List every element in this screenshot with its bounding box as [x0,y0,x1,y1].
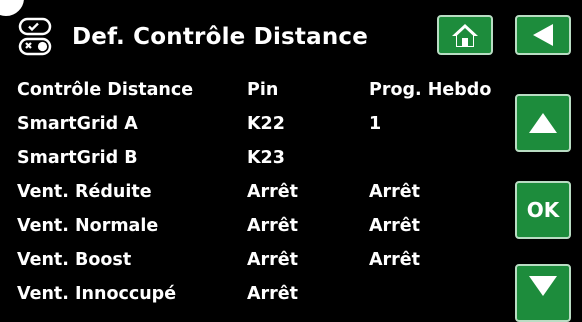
row-pin: Arrêt [247,284,299,304]
row-name: Vent. Boost [17,250,132,270]
row-prog: Arrêt [369,216,421,236]
page-title: Def. Contrôle Distance [72,24,369,50]
row-pin: Arrêt [247,182,299,202]
ok-button[interactable]: OK [515,181,571,239]
table-row[interactable]: Vent. Réduite Arrêt Arrêt [17,175,497,209]
row-name: Vent. Réduite [17,182,152,202]
row-pin: Arrêt [247,216,299,236]
back-arrow-icon [533,24,553,46]
row-prog: 1 [369,114,382,134]
down-arrow-icon [529,276,557,296]
row-prog: Arrêt [369,182,421,202]
back-button[interactable] [515,15,571,55]
table-row[interactable]: SmartGrid A K22 1 [17,107,497,141]
table-row[interactable]: Vent. Innoccupé Arrêt [17,277,497,311]
column-header-name: Contrôle Distance [17,80,194,100]
table-row[interactable]: SmartGrid B K23 [17,141,497,175]
row-name: Vent. Innoccupé [17,284,177,304]
row-pin: K23 [247,148,285,168]
row-pin: Arrêt [247,250,299,270]
row-pin: K22 [247,114,285,134]
table-header-row: Contrôle Distance Pin Prog. Hebdo [17,73,497,107]
corner-indicator [0,0,26,18]
column-header-prog: Prog. Hebdo [369,80,492,100]
settings-table: Contrôle Distance Pin Prog. Hebdo SmartG… [17,73,497,311]
row-prog: Arrêt [369,250,421,270]
scroll-down-button[interactable] [515,264,571,322]
scroll-up-button[interactable] [515,94,571,152]
toggle-switches-icon [18,17,52,56]
table-row[interactable]: Vent. Normale Arrêt Arrêt [17,209,497,243]
column-header-pin: Pin [247,80,279,100]
row-name: Vent. Normale [17,216,159,236]
up-arrow-icon [529,113,557,133]
home-button[interactable] [437,15,493,55]
table-row[interactable]: Vent. Boost Arrêt Arrêt [17,243,497,277]
row-name: SmartGrid B [17,148,138,168]
row-name: SmartGrid A [17,114,138,134]
home-icon [452,24,478,47]
